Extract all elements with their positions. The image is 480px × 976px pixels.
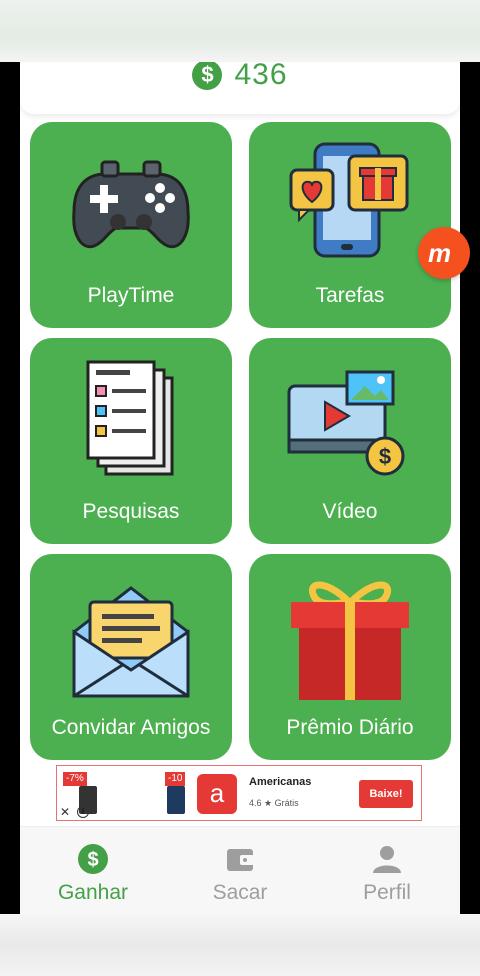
ad-download-button[interactable]: Baixe!: [359, 780, 413, 808]
tile-pesquisas[interactable]: Pesquisas: [30, 338, 232, 544]
svg-text:$: $: [379, 444, 391, 469]
bottom-navigation: $ Ganhar Sacar Perfil: [20, 826, 460, 914]
tile-label: Tarefas: [315, 284, 385, 307]
ad-product-image: [167, 786, 185, 814]
ad-meta: 4.6 ★ Grátis: [249, 798, 299, 808]
ad-discount-badge: -7%: [63, 772, 87, 786]
floating-m-button[interactable]: m: [418, 227, 470, 279]
gift-box-icon: [291, 581, 409, 700]
wallet-icon: [227, 849, 254, 871]
app-screen: $ 436 PlayTime Tarefas Pesquisas $ Vídeo…: [20, 62, 460, 914]
survey-checklist-icon: [86, 360, 174, 476]
tile-playtime[interactable]: PlayTime: [30, 122, 232, 328]
tile-label: PlayTime: [87, 284, 175, 307]
svg-text:$: $: [87, 849, 98, 871]
tile-label: Prêmio Diário: [286, 716, 414, 739]
tile-convidar-amigos[interactable]: Convidar Amigos: [30, 554, 232, 760]
info-icon[interactable]: i: [77, 806, 89, 818]
balance-value: 436: [234, 62, 288, 91]
balance-card: $ 436: [20, 62, 460, 114]
nav-label: Ganhar: [57, 881, 129, 904]
nav-label: Perfil: [363, 881, 411, 904]
nav-item-perfil[interactable]: Perfil: [314, 827, 460, 914]
tile-video[interactable]: $ Vídeo: [249, 338, 451, 544]
blurred-top-frame: [0, 0, 480, 62]
dollar-coin-icon: $: [78, 844, 108, 874]
tile-label: Vídeo: [322, 500, 378, 523]
ad-banner[interactable]: -7% -10 a Americanas 4.6 ★ Grátis Baixe!…: [56, 765, 422, 821]
nav-item-ganhar[interactable]: $ Ganhar: [20, 827, 166, 914]
tile-premio-diario[interactable]: Prêmio Diário: [249, 554, 451, 760]
americanas-logo-icon: a: [197, 774, 237, 814]
nav-label: Sacar: [212, 881, 268, 904]
close-icon[interactable]: ✕: [60, 806, 70, 818]
left-letterbox: [0, 62, 20, 914]
tile-label: Convidar Amigos: [51, 716, 211, 739]
tile-tarefas[interactable]: Tarefas: [249, 122, 451, 328]
right-letterbox: [460, 62, 480, 914]
person-icon: [373, 846, 401, 873]
tile-label: Pesquisas: [82, 500, 180, 523]
nav-item-sacar[interactable]: Sacar: [167, 827, 313, 914]
ad-title: Americanas: [249, 776, 312, 788]
phone-gift-icon: [289, 142, 409, 258]
envelope-letter-icon: [72, 586, 190, 698]
ad-discount-badge: -10: [165, 772, 186, 786]
blurred-bottom-frame: [0, 914, 480, 976]
gamepad-icon: [72, 160, 190, 249]
dollar-coin-icon: $: [192, 62, 223, 90]
video-player-icon: $: [287, 370, 405, 476]
